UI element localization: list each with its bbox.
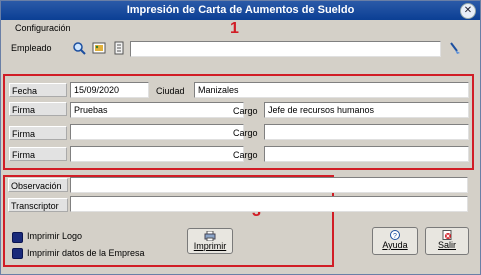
transcriptor-input[interactable] [70,196,468,212]
clear-brush-icon[interactable] [447,41,463,57]
menu-configuracion[interactable]: Configuración [15,23,71,33]
svg-text:?: ? [393,233,397,240]
cargo-label-2: Cargo [233,128,258,138]
firma-label-1: Firma [9,102,67,116]
annotation-number-1: 1 [230,20,239,37]
firma-label-3: Firma [9,147,67,161]
fecha-label: Fecha [9,83,67,97]
exit-icon [442,230,452,240]
help-icon: ? [390,230,400,240]
window-title: Impresión de Carta de Aumentos de Sueldo [126,4,355,16]
imprimir-logo-checkbox[interactable] [12,232,23,243]
ayuda-button-label: Ayuda [382,240,408,250]
ayuda-button[interactable]: ? Ayuda [372,227,418,255]
search-icon[interactable] [71,41,87,57]
empleado-label: Empleado [11,43,52,53]
observacion-label: Observación [8,178,68,192]
title-bar: Impresión de Carta de Aumentos de Sueldo… [1,1,480,20]
dialog-window: Impresión de Carta de Aumentos de Sueldo… [0,0,481,275]
cargo-input-3[interactable] [264,146,469,162]
imprimir-datos-checkbox[interactable] [12,248,23,259]
salir-button[interactable]: Salir [425,227,469,255]
salir-button-label: Salir [437,240,456,250]
empleado-input[interactable] [130,41,441,57]
transcriptor-label: Transcriptor [8,198,68,212]
imprimir-button[interactable]: Imprimir [187,228,233,254]
imprimir-button-label: Imprimir [193,241,227,251]
cargo-input-2[interactable] [264,124,469,140]
printer-icon [204,231,216,241]
observacion-input[interactable] [70,177,468,193]
imprimir-datos-label: Imprimir datos de la Empresa [27,248,145,258]
firma-label-2: Firma [9,126,67,140]
picture-icon[interactable] [91,41,107,57]
firma-input-3[interactable] [70,146,244,162]
ciudad-label: Ciudad [156,86,185,96]
document-icon[interactable] [111,41,127,57]
firma-input-1[interactable]: Pruebas [70,102,244,118]
firma-input-2[interactable] [70,124,244,140]
close-icon[interactable]: ✕ [460,3,476,19]
cargo-label-1: Cargo [233,106,258,116]
cargo-label-text-1: Cargo [233,106,258,116]
ciudad-input[interactable]: Manizales [194,82,469,98]
cargo-input-1[interactable]: Jefe de recursos humanos [264,102,469,118]
fecha-input[interactable]: 15/09/2020 [70,82,149,98]
imprimir-logo-label: Imprimir Logo [27,231,83,241]
cargo-label-3: Cargo [233,150,258,160]
menu-bar: Configuración [1,20,480,38]
